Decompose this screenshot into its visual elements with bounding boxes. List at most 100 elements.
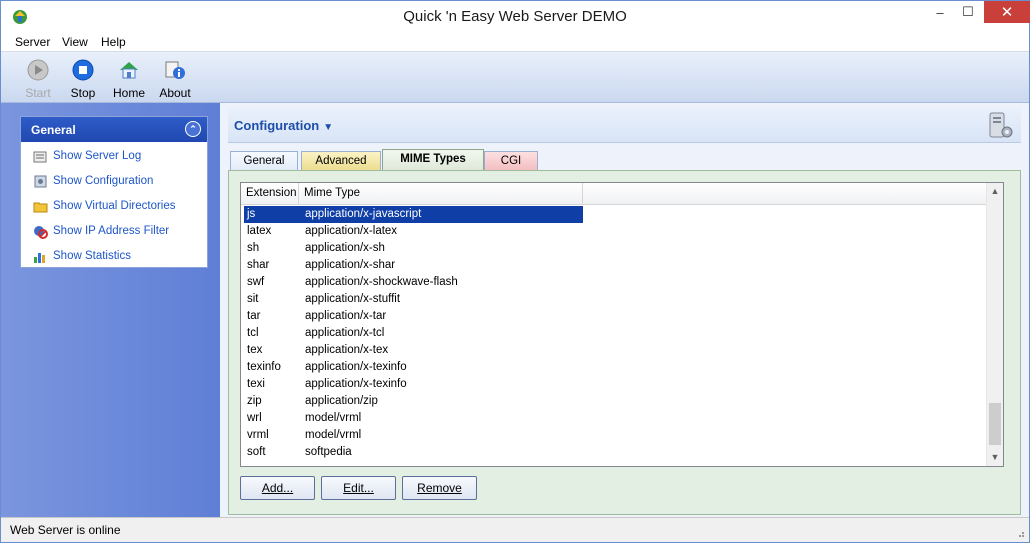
cell-mime-type: application/x-texinfo <box>305 378 407 390</box>
tab-advanced[interactable]: Advanced <box>301 151 381 171</box>
title-bar: Quick 'n Easy Web Server DEMO – ☐ ✕ <box>1 1 1030 32</box>
mime-types-panel: Extension Mime Type js application/x-java… <box>228 170 1021 515</box>
table-row[interactable]: tcl application/x-tcl <box>241 325 987 342</box>
collapse-icon[interactable]: ⌃ <box>185 121 201 137</box>
cell-extension: sh <box>247 242 260 254</box>
cell-extension: swf <box>247 276 265 288</box>
about-icon <box>165 61 185 79</box>
stop-label: Stop <box>70 86 96 100</box>
maximize-button[interactable]: ☐ <box>954 1 982 23</box>
about-button[interactable]: About <box>153 59 197 100</box>
stop-icon <box>72 59 94 81</box>
scroll-thumb[interactable] <box>989 403 1001 445</box>
edit-button[interactable]: Edit... <box>321 476 396 500</box>
cell-extension: shar <box>247 259 270 271</box>
home-button[interactable]: Home <box>107 59 151 100</box>
sidebar-item-label: Show IP Address Filter <box>53 225 170 237</box>
general-panel-title: General <box>31 123 76 137</box>
tab-cgi[interactable]: CGI <box>484 151 538 171</box>
column-mime-type[interactable]: Mime Type <box>299 183 583 205</box>
cell-extension: texinfo <box>247 361 281 373</box>
main-content: Configuration ▼ General Advanced MIME Typ… <box>220 103 1029 517</box>
server-icon <box>989 112 1013 138</box>
table-row[interactable]: swf application/x-shockwave-flash <box>241 274 987 291</box>
sidebar-item-statistics[interactable]: Show Statistics <box>33 247 131 265</box>
cell-mime-type: softpedia <box>305 446 352 458</box>
start-label: Start <box>25 86 51 100</box>
home-icon <box>120 62 138 79</box>
table-row[interactable]: shar application/x-shar <box>241 257 987 274</box>
cell-mime-type: model/vrml <box>305 429 362 441</box>
window-title: Quick 'n Easy Web Server DEMO <box>403 8 627 25</box>
cell-mime-type: application/x-tex <box>305 344 389 356</box>
table-row[interactable]: zip application/zip <box>241 393 987 410</box>
configuration-header: Configuration ▼ <box>228 107 1021 143</box>
scroll-up-icon[interactable]: ▲ <box>987 183 1003 200</box>
sidebar-item-label: Show Server Log <box>53 150 142 162</box>
chart-icon <box>34 252 45 263</box>
sidebar-item-virtual-directories[interactable]: Show Virtual Directories <box>33 197 176 215</box>
table-row[interactable]: soft softpedia <box>241 444 987 461</box>
stop-button[interactable]: Stop <box>61 59 105 100</box>
table-row[interactable]: latex application/x-latex <box>241 223 987 240</box>
sidebar-item-ip-filter[interactable]: Show IP Address Filter <box>33 222 169 240</box>
cell-mime-type: application/x-shar <box>305 259 396 271</box>
table-row[interactable]: vrml model/vrml <box>241 427 987 444</box>
general-panel-header[interactable]: General ⌃ <box>21 117 207 142</box>
cell-mime-type: application/x-texinfo <box>305 361 407 373</box>
app-window: Quick 'n Easy Web Server DEMO – ☐ ✕ Serv… <box>0 0 1030 543</box>
resize-grip-icon[interactable] <box>1015 528 1025 538</box>
vertical-scrollbar[interactable]: ▲ ▼ <box>986 183 1003 466</box>
edit-button-label: Edit... <box>343 481 374 495</box>
table-row[interactable]: wrl model/vrml <box>241 410 987 427</box>
menu-help[interactable]: Help <box>101 35 126 49</box>
tab-mime-types[interactable]: MIME Types <box>382 149 484 171</box>
cell-mime-type: application/x-latex <box>305 225 398 237</box>
table-row[interactable]: tex application/x-tex <box>241 342 987 359</box>
cell-extension: tar <box>247 310 261 322</box>
about-label: About <box>159 86 191 100</box>
remove-button-label: Remove <box>417 481 462 495</box>
cell-extension: tcl <box>247 327 259 339</box>
close-button[interactable]: ✕ <box>984 1 1030 23</box>
configuration-title: Configuration <box>234 118 320 133</box>
filter-icon <box>34 225 48 239</box>
menu-bar: Server View Help <box>1 32 1029 52</box>
cell-mime-type: application/x-tar <box>305 310 387 322</box>
cell-mime-type: application/zip <box>305 395 378 407</box>
add-button[interactable]: Add... <box>240 476 315 500</box>
table-row[interactable]: sit application/x-stuffit <box>241 291 987 308</box>
scroll-down-icon[interactable]: ▼ <box>987 449 1003 466</box>
cell-mime-type: model/vrml <box>305 412 362 424</box>
cell-extension: wrl <box>247 412 262 424</box>
list-rows: js application/x-javascript latex applicati… <box>241 206 987 466</box>
status-text: Web Server is online <box>10 523 121 537</box>
tab-general[interactable]: General <box>230 151 298 171</box>
caret-down-icon: ▼ <box>323 122 334 133</box>
log-icon <box>33 151 47 162</box>
cell-extension: tex <box>247 344 263 356</box>
remove-button[interactable]: Remove <box>402 476 477 500</box>
cell-extension: latex <box>247 225 272 237</box>
column-extension[interactable]: Extension <box>241 183 299 205</box>
toolbar: Start Stop Home About <box>1 52 1029 103</box>
folder-icon <box>33 202 48 212</box>
table-row[interactable]: js application/x-javascript <box>241 206 987 223</box>
sidebar-item-configuration[interactable]: Show Configuration <box>33 172 153 190</box>
home-label: Home <box>112 86 145 100</box>
list-header: Extension Mime Type <box>241 183 987 205</box>
start-button[interactable]: Start <box>16 59 60 100</box>
sidebar-item-server-log[interactable]: Show Server Log <box>33 147 141 165</box>
menu-view[interactable]: View <box>62 35 88 49</box>
table-row[interactable]: texinfo application/x-texinfo <box>241 359 987 376</box>
table-row[interactable]: sh application/x-sh <box>241 240 987 257</box>
config-icon <box>34 175 47 187</box>
table-row[interactable]: texi application/x-texinfo <box>241 376 987 393</box>
cell-extension: texi <box>247 378 265 390</box>
menu-server[interactable]: Server <box>15 35 50 49</box>
configuration-dropdown[interactable]: Configuration ▼ <box>234 118 333 133</box>
cell-extension: vrml <box>247 429 269 441</box>
mime-list[interactable]: Extension Mime Type js application/x-java… <box>240 182 1004 467</box>
table-row[interactable]: tar application/x-tar <box>241 308 987 325</box>
minimize-button[interactable]: – <box>926 1 954 23</box>
